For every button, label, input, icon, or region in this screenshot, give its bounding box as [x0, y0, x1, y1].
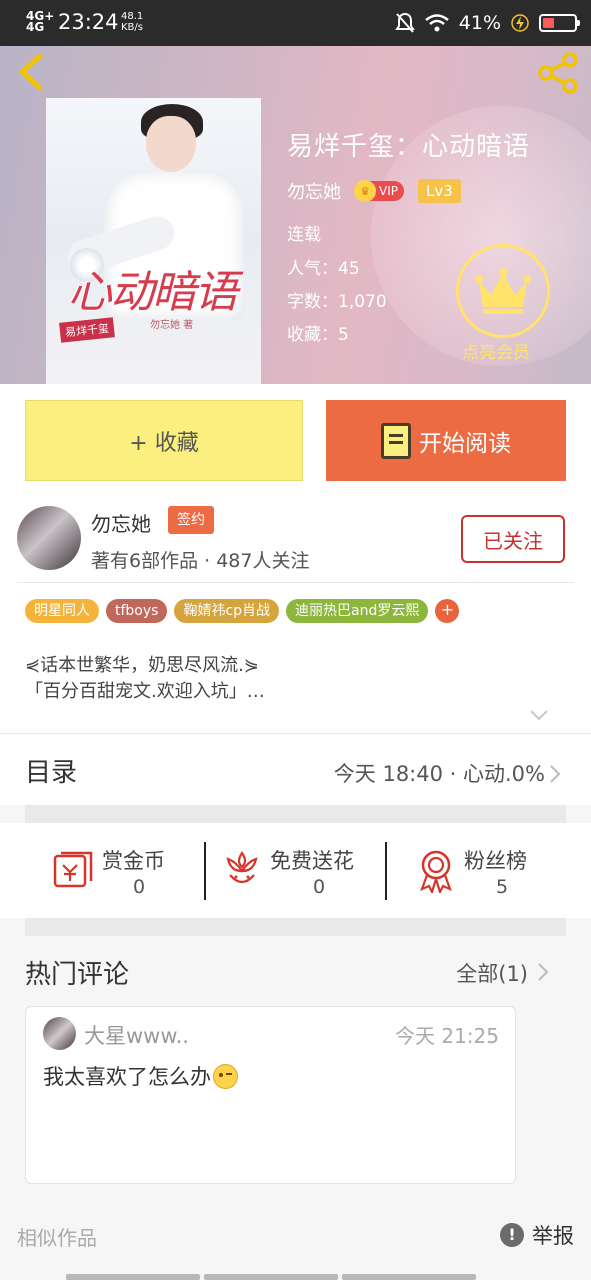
toc-latest-update: 今天 18:40 · 心动.0% [333, 762, 545, 786]
flower-icon [226, 851, 258, 884]
word-count: 字数：1,070 [287, 292, 387, 312]
author-avatar[interactable] [17, 506, 81, 570]
network-label-secondary: 4G [26, 20, 45, 34]
comments-title: 热门评论 [25, 960, 130, 990]
cover-tag: 易烊千玺 [59, 317, 115, 343]
commenter-name[interactable]: 大星www.. [84, 1020, 189, 1050]
cover-title: 心动暗语 [68, 267, 238, 318]
battery-icon [539, 14, 580, 32]
speed-value: 48.1 [121, 11, 144, 22]
expand-chevron-icon[interactable] [530, 709, 548, 721]
chevron-right-icon [550, 765, 561, 783]
action-count: 5 [496, 876, 509, 898]
tag-item[interactable]: 鞠婧祎cp肖战 [174, 599, 280, 623]
comment-body: 我太喜欢了怎么办 [43, 1065, 211, 1089]
action-label: 赏金币 [102, 849, 165, 873]
favorites-count: 收藏：5 [287, 325, 349, 345]
book-intro[interactable]: ⋞话本世繁华，奶思尽风流.⋟ 「百分百甜宠文.欢迎入坑」… [25, 653, 265, 705]
all-comments-link[interactable]: 全部(1) [456, 958, 528, 988]
book-header: 心动暗语 易烊千玺 勿忘她 著 易烊千玺：心动暗语 勿忘她 ♛ VIP Lv3 … [0, 46, 591, 384]
signed-badge: 签约 [168, 506, 214, 534]
book-title: 易烊千玺：心动暗语 [287, 132, 531, 162]
similar-works-title: 相似作品 [17, 1226, 97, 1250]
report-label: 举报 [532, 1224, 574, 1248]
footer-row: 相似作品 ! 举报 [0, 1206, 591, 1280]
add-tag-button[interactable]: + [435, 599, 460, 623]
status-bar: 4G+ 4G 23:24 48.1 KB/s 41% [0, 0, 591, 46]
favorite-button[interactable]: + 收藏 [25, 400, 303, 481]
vip-label: VIP [379, 184, 398, 198]
start-reading-label: 开始阅读 [419, 430, 511, 457]
report-button[interactable]: ! 举报 [500, 1220, 574, 1250]
intro-line: ⋞话本世繁华，奶思尽风流.⋟ [25, 655, 259, 676]
intro-line: 「百分百甜宠文.欢迎入坑」… [25, 681, 265, 702]
reward-coins-button[interactable]: 赏金币 0 [40, 823, 190, 918]
table-of-contents-row[interactable]: 目录 今天 18:40 · 心动.0% [0, 733, 591, 805]
network-speed: 48.1 KB/s [121, 11, 143, 33]
author-row: 勿忘她 ♛ VIP Lv3 [287, 178, 461, 204]
back-arrow-icon[interactable] [14, 52, 50, 92]
vip-promo-label[interactable]: 点亮会员 [462, 338, 530, 363]
cover-author: 勿忘她 著 [150, 320, 194, 331]
mute-bell-icon [394, 12, 415, 33]
section-separator [25, 918, 566, 936]
tag-item[interactable]: tfboys [106, 599, 168, 623]
tag-item[interactable]: 明星同人 [25, 599, 99, 623]
vip-promo-button[interactable] [456, 244, 550, 338]
wink-emoji-icon [213, 1063, 238, 1089]
wifi-icon [424, 14, 449, 32]
book-icon [381, 422, 411, 459]
bottom-scroll-hint [66, 1274, 476, 1280]
book-cover[interactable]: 心动暗语 易烊千玺 勿忘她 著 [46, 98, 261, 384]
comment-card[interactable]: 大星www.. 今天 21:25 我太喜欢了怎么办 [25, 1006, 516, 1184]
tag-list: 明星同人 tfboys 鞠婧祎cp肖战 迪丽热巴and罗云熙 + [25, 599, 460, 623]
start-reading-button[interactable]: 开始阅读 [326, 400, 566, 481]
charging-icon [511, 14, 529, 32]
status-icons: 41% [394, 9, 580, 37]
battery-percent: 41% [458, 12, 501, 34]
clock: 23:24 [58, 10, 119, 34]
send-flower-button[interactable]: 免费送花 0 [218, 823, 378, 918]
crown-icon: ♛ [354, 180, 376, 202]
medal-icon [420, 850, 452, 893]
action-count: 0 [133, 876, 146, 898]
level-badge: Lv3 [417, 179, 461, 203]
speed-unit: KB/s [121, 22, 143, 33]
share-icon[interactable] [535, 50, 581, 96]
action-label: 免费送花 [270, 849, 354, 873]
comment-text: 我太喜欢了怎么办 [43, 1061, 238, 1091]
comments-header: 热门评论 全部(1) [0, 936, 591, 1006]
serial-status: 连载 [287, 225, 321, 245]
reader-actions: 赏金币 0 免费送花 0 粉丝榜 5 [0, 823, 591, 918]
vip-badge: ♛ VIP [354, 180, 404, 202]
warning-icon: ! [500, 1223, 524, 1247]
crown-icon [475, 268, 531, 314]
vertical-divider [385, 842, 387, 900]
network-indicator: 4G+ 4G [26, 10, 54, 34]
red-envelope-icon [53, 851, 93, 888]
comment-time: 今天 21:25 [395, 1024, 499, 1048]
follow-button[interactable]: 已关注 [461, 515, 565, 563]
toc-title: 目录 [25, 758, 78, 788]
action-count: 0 [313, 876, 326, 898]
tags-and-intro: 明星同人 tfboys 鞠婧祎cp肖战 迪丽热巴and罗云熙 + ⋞话本世繁华，… [0, 583, 591, 733]
commenter-avatar[interactable] [43, 1017, 76, 1050]
author-card: 勿忘她 签约 著有6部作品 · 487人关注 已关注 [0, 496, 591, 584]
author-name[interactable]: 勿忘她 [287, 178, 341, 204]
tag-item[interactable]: 迪丽热巴and罗云熙 [286, 599, 429, 623]
section-separator [25, 805, 566, 823]
action-label: 粉丝榜 [464, 849, 527, 873]
author-stats: 著有6部作品 · 487人关注 [91, 550, 310, 572]
fan-ranking-button[interactable]: 粉丝榜 5 [408, 823, 558, 918]
primary-actions: + 收藏 开始阅读 [0, 384, 591, 496]
popularity: 人气：45 [287, 259, 360, 279]
chevron-right-icon[interactable] [537, 962, 549, 982]
author-card-name[interactable]: 勿忘她 [91, 508, 151, 537]
vertical-divider [204, 842, 206, 900]
